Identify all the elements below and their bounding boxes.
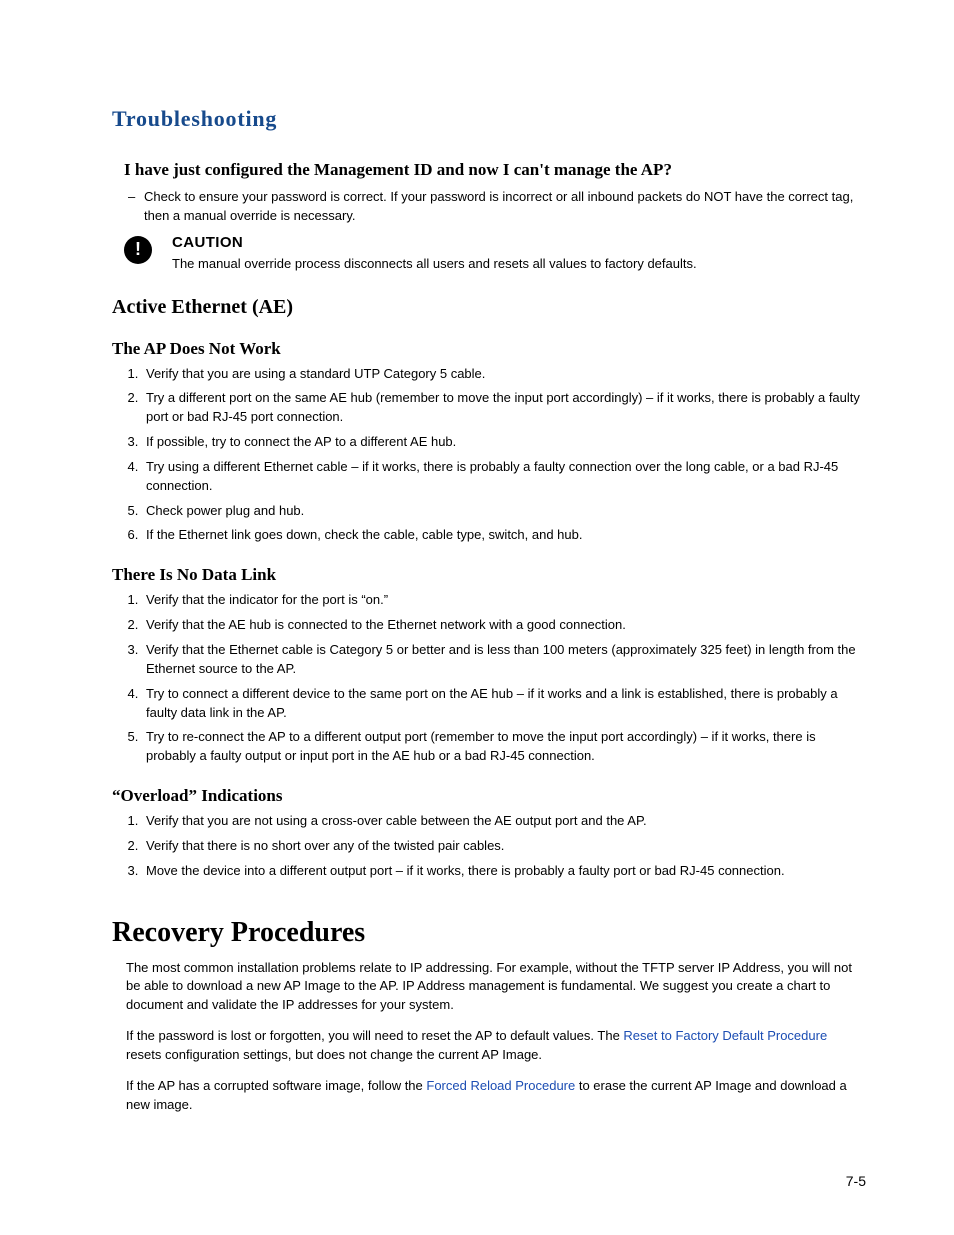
list-item: Verify that the Ethernet cable is Catego… <box>142 641 866 679</box>
dash-icon: – <box>126 188 144 226</box>
link-reset-factory[interactable]: Reset to Factory Default Procedure <box>623 1028 827 1043</box>
subheading-ap-not-work: The AP Does Not Work <box>112 339 866 359</box>
faq-bullet: – Check to ensure your password is corre… <box>126 188 866 226</box>
recovery-paragraph-1: The most common installation problems re… <box>126 959 866 1016</box>
list-item: Try to connect a different device to the… <box>142 685 866 723</box>
faq-heading: I have just configured the Management ID… <box>124 160 866 180</box>
page-title: Troubleshooting <box>112 106 866 132</box>
list-item: Verify that there is no short over any o… <box>142 837 866 856</box>
recovery-paragraph-2: If the password is lost or forgotten, yo… <box>126 1027 866 1065</box>
list-item: If the Ethernet link goes down, check th… <box>142 526 866 545</box>
list-item: Try a different port on the same AE hub … <box>142 389 866 427</box>
faq-bullet-text: Check to ensure your password is correct… <box>144 188 866 226</box>
section-heading-ae: Active Ethernet (AE) <box>112 296 866 319</box>
caution-body: The manual override process disconnects … <box>172 255 697 274</box>
list-item: Verify that the indicator for the port i… <box>142 591 866 610</box>
caution-icon <box>124 236 152 264</box>
caution-block: CAUTION The manual override process disc… <box>124 234 866 274</box>
list-overload: Verify that you are not using a cross-ov… <box>142 812 866 881</box>
list-item: If possible, try to connect the AP to a … <box>142 433 866 452</box>
list-item: Verify that the AE hub is connected to t… <box>142 616 866 635</box>
text-span: If the password is lost or forgotten, yo… <box>126 1028 623 1043</box>
section-heading-recovery: Recovery Procedures <box>112 917 866 949</box>
text-span: resets configuration settings, but does … <box>126 1047 542 1062</box>
page-number: 7-5 <box>846 1173 866 1189</box>
text-span: If the AP has a corrupted software image… <box>126 1078 426 1093</box>
caution-label: CAUTION <box>172 234 697 251</box>
list-item: Verify that you are not using a cross-ov… <box>142 812 866 831</box>
recovery-paragraph-3: If the AP has a corrupted software image… <box>126 1077 866 1115</box>
list-item: Check power plug and hub. <box>142 502 866 521</box>
subheading-overload: “Overload” Indications <box>112 786 866 806</box>
list-ap-not-work: Verify that you are using a standard UTP… <box>142 365 866 546</box>
link-forced-reload[interactable]: Forced Reload Procedure <box>426 1078 575 1093</box>
list-item: Try to re-connect the AP to a different … <box>142 728 866 766</box>
list-item: Verify that you are using a standard UTP… <box>142 365 866 384</box>
list-item: Move the device into a different output … <box>142 862 866 881</box>
subheading-no-data-link: There Is No Data Link <box>112 565 866 585</box>
list-no-data-link: Verify that the indicator for the port i… <box>142 591 866 766</box>
list-item: Try using a different Ethernet cable – i… <box>142 458 866 496</box>
